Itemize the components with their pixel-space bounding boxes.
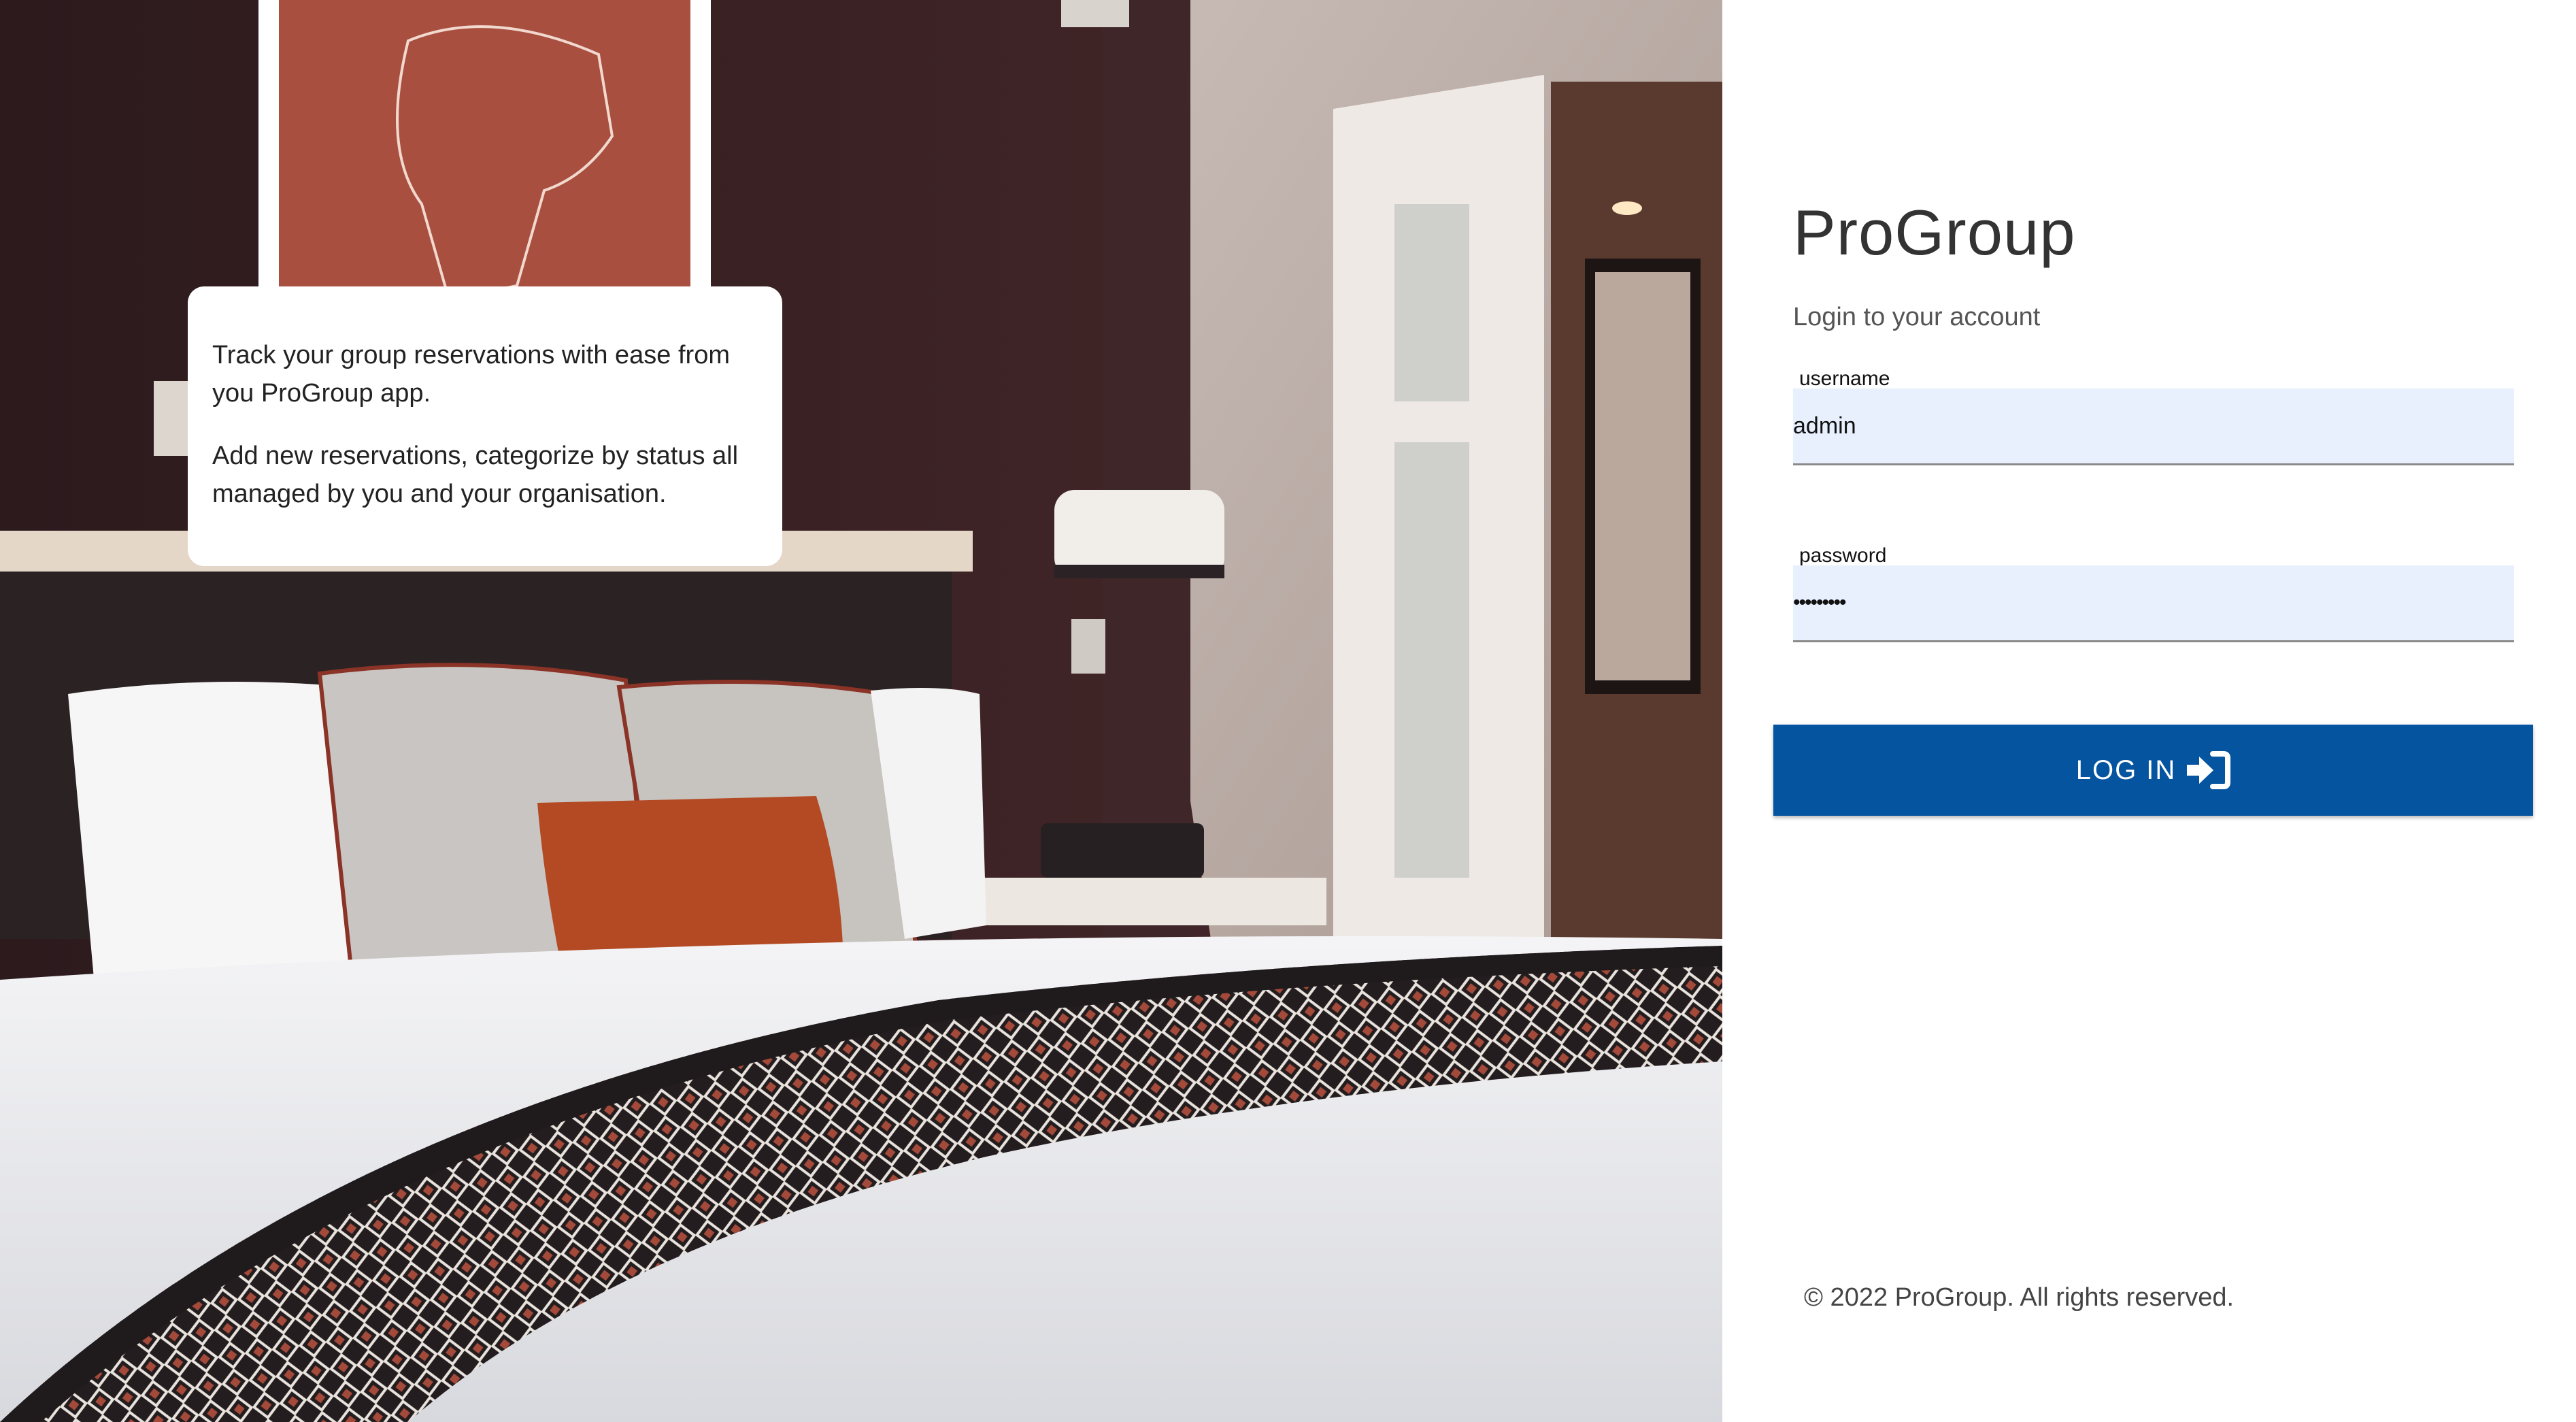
login-subtitle: Login to your account: [1793, 303, 2041, 331]
login-button[interactable]: LOG IN: [1773, 725, 2533, 816]
page-title: ProGroup: [1793, 197, 2076, 268]
password-label: password: [1799, 544, 1887, 567]
hero-image: Track your group reservations with ease …: [0, 0, 1722, 1422]
info-text-2: Add new reservations, categorize by stat…: [212, 442, 739, 508]
info-text-1: Track your group reservations with ease …: [212, 341, 731, 408]
password-field[interactable]: [1793, 565, 2514, 642]
username-field[interactable]: [1793, 388, 2514, 465]
username-label: username: [1799, 367, 1890, 390]
login-button-label: LOG IN: [2075, 755, 2177, 785]
sign-in-icon: [2187, 751, 2231, 789]
copyright-text: © 2022 ProGroup. All rights reserved.: [1804, 1283, 2235, 1312]
hotel-room-illustration: [0, 0, 1722, 1422]
info-card: Track your group reservations with ease …: [188, 286, 782, 566]
login-panel: ProGroup Login to your account username …: [1722, 0, 2576, 1422]
